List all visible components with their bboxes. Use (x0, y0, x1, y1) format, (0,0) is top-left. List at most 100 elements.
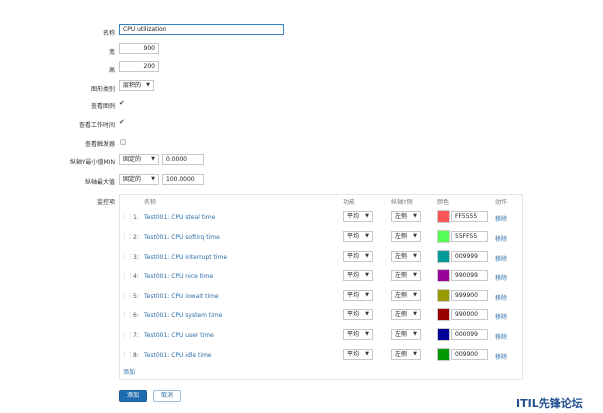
item-name-link[interactable]: Test001: CPU system time (144, 312, 222, 319)
color-input[interactable]: FF5555 (451, 211, 488, 222)
width-input[interactable]: 900 (119, 43, 159, 54)
color-swatch[interactable] (437, 269, 450, 282)
chevron-down-icon: ▼ (413, 272, 417, 278)
show-triggers-checkbox[interactable] (120, 139, 126, 145)
drag-handle-icon[interactable]: ⋮⋮ (121, 253, 134, 261)
show-legend-checkbox[interactable]: ✔ (119, 100, 126, 107)
y-min-type-select[interactable]: 固定的 ▼ (119, 154, 159, 165)
remove-link[interactable]: 移除 (495, 273, 507, 282)
color-input[interactable]: 000099 (451, 329, 488, 340)
item-name-link[interactable]: Test001: CPU steal time (144, 214, 215, 221)
color-input[interactable]: 009999 (451, 251, 488, 262)
remove-link[interactable]: 移除 (495, 214, 507, 223)
chevron-down-icon: ▼ (413, 253, 417, 259)
item-name-link[interactable]: Test001: CPU user time (144, 332, 214, 339)
y-axis-value: 左侧 (395, 272, 408, 279)
items-label: 监控项 (96, 199, 115, 206)
color-input[interactable]: 009900 (451, 349, 488, 360)
y-axis-select[interactable]: 左侧 ▼ (391, 290, 421, 301)
header-y-axis: 纵轴Y侧 (391, 199, 413, 206)
item-name-link[interactable]: Test001: CPU softirq time (144, 234, 220, 241)
function-select[interactable]: 平均 ▼ (343, 349, 373, 360)
table-row: ⋮⋮ 7: Test001: CPU user time 平均 ▼ 左侧 ▼ 000… (119, 327, 523, 347)
remove-link[interactable]: 移除 (495, 293, 507, 302)
item-name-link[interactable]: Test001: CPU nice time (144, 273, 213, 280)
name-input[interactable]: CPU utilization (119, 24, 284, 35)
color-swatch[interactable] (437, 289, 450, 302)
chevron-down-icon: ▼ (413, 331, 417, 337)
color-input[interactable]: 55FF55 (451, 231, 488, 242)
function-select[interactable]: 平均 ▼ (343, 211, 373, 222)
function-value: 平均 (347, 351, 360, 358)
show-triggers-label: 查看触发器 (84, 141, 115, 148)
function-select[interactable]: 平均 ▼ (343, 309, 373, 320)
color-swatch[interactable] (437, 348, 450, 361)
chevron-down-icon: ▼ (365, 331, 369, 337)
y-axis-select[interactable]: 左侧 ▼ (391, 251, 421, 262)
y-min-type-value: 固定的 (123, 156, 142, 163)
color-swatch[interactable] (437, 230, 450, 243)
add-button[interactable]: 添加 (119, 390, 147, 402)
chevron-down-icon: ▼ (413, 233, 417, 239)
row-number: 6: (133, 312, 139, 319)
show-work-period-checkbox[interactable]: ✔ (119, 119, 126, 126)
row-number: 7: (133, 332, 139, 339)
function-select[interactable]: 平均 ▼ (343, 231, 373, 242)
remove-link[interactable]: 移除 (495, 352, 507, 361)
height-input[interactable]: 200 (119, 61, 159, 72)
item-name-link[interactable]: Test001: CPU iowait time (144, 293, 219, 300)
add-item-link[interactable]: 添加 (123, 367, 135, 376)
remove-link[interactable]: 移除 (495, 234, 507, 243)
width-label: 宽 (108, 49, 115, 56)
table-row: ⋮⋮ 2: Test001: CPU softirq time 平均 ▼ 左侧 ▼ … (119, 229, 523, 249)
y-max-type-select[interactable]: 固定的 ▼ (119, 174, 159, 185)
remove-link[interactable]: 移除 (495, 312, 507, 321)
color-input[interactable]: 990000 (451, 309, 488, 320)
row-number: 8: (133, 352, 139, 359)
drag-handle-icon[interactable]: ⋮⋮ (121, 292, 134, 300)
remove-link[interactable]: 移除 (495, 254, 507, 263)
function-select[interactable]: 平均 ▼ (343, 251, 373, 262)
graph-type-select[interactable]: 层积的 ▼ (119, 80, 154, 91)
color-input[interactable]: 990099 (451, 270, 488, 281)
drag-handle-icon[interactable]: ⋮⋮ (121, 311, 134, 319)
drag-handle-icon[interactable]: ⋮⋮ (121, 351, 134, 359)
y-axis-select[interactable]: 左侧 ▼ (391, 270, 421, 281)
chevron-down-icon: ▼ (365, 253, 369, 259)
cancel-button[interactable]: 取消 (153, 390, 181, 402)
color-swatch[interactable] (437, 308, 450, 321)
y-axis-select[interactable]: 左侧 ▼ (391, 231, 421, 242)
drag-handle-icon[interactable]: ⋮⋮ (121, 272, 134, 280)
color-swatch[interactable] (437, 250, 450, 263)
color-swatch[interactable] (437, 210, 450, 223)
graph-type-label: 图形类别 (90, 86, 115, 93)
y-max-type-value: 固定的 (123, 176, 142, 183)
graph-type-value: 层积的 (123, 82, 142, 89)
color-swatch[interactable] (437, 328, 450, 341)
item-name-link[interactable]: Test001: CPU idle time (144, 352, 212, 359)
remove-link[interactable]: 移除 (495, 332, 507, 341)
y-axis-select[interactable]: 左侧 ▼ (391, 211, 421, 222)
function-select[interactable]: 平均 ▼ (343, 270, 373, 281)
name-label: 名称 (102, 30, 115, 37)
function-select[interactable]: 平均 ▼ (343, 290, 373, 301)
function-select[interactable]: 平均 ▼ (343, 329, 373, 340)
color-input[interactable]: 999900 (451, 290, 488, 301)
y-axis-value: 左侧 (395, 351, 408, 358)
drag-handle-icon[interactable]: ⋮⋮ (121, 331, 134, 339)
chevron-down-icon: ▼ (151, 176, 155, 182)
chevron-down-icon: ▼ (413, 351, 417, 357)
y-axis-value: 左侧 (395, 233, 408, 240)
drag-handle-icon[interactable]: ⋮⋮ (121, 213, 134, 221)
function-value: 平均 (347, 213, 360, 220)
y-max-input[interactable]: 100.0000 (162, 174, 204, 185)
y-axis-select[interactable]: 左侧 ▼ (391, 329, 421, 340)
y-axis-select[interactable]: 左侧 ▼ (391, 309, 421, 320)
y-axis-select[interactable]: 左侧 ▼ (391, 349, 421, 360)
chevron-down-icon: ▼ (365, 272, 369, 278)
drag-handle-icon[interactable]: ⋮⋮ (121, 233, 134, 241)
y-min-input[interactable]: 0.0000 (162, 154, 204, 165)
item-name-link[interactable]: Test001: CPU interrupt time (144, 254, 227, 261)
y-axis-value: 左侧 (395, 331, 408, 338)
y-axis-value: 左侧 (395, 292, 408, 299)
